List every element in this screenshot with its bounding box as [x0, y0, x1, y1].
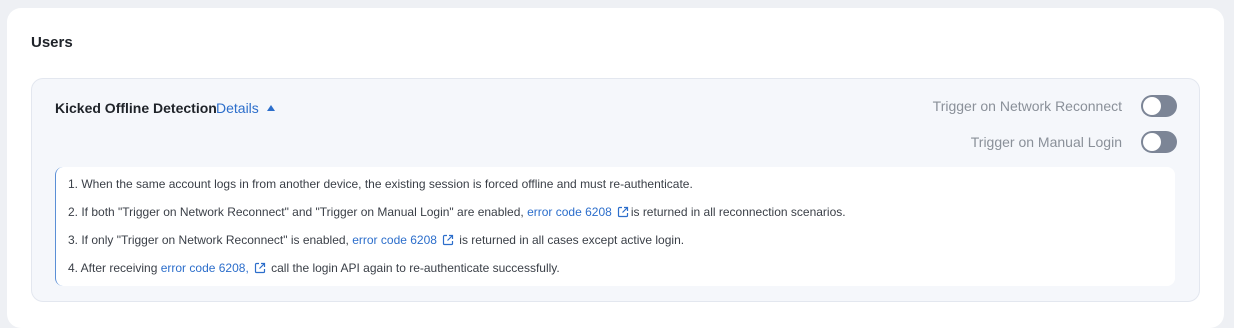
note-text: 3. If only "Trigger on Network Reconnect… — [68, 233, 353, 247]
note-text-end: call the login API again to re-authentic… — [267, 261, 560, 275]
users-card: Users Kicked Offline Detection Details T… — [7, 8, 1224, 328]
manual-login-row: Trigger on Manual Login — [971, 131, 1177, 153]
external-link-icon[interactable] — [442, 234, 454, 246]
toggle-knob — [1143, 133, 1161, 151]
feature-title: Kicked Offline Detection — [55, 100, 217, 116]
details-toggle-link[interactable]: Details — [216, 99, 275, 117]
error-code-link[interactable]: error code 6208 — [352, 233, 437, 247]
note-item-3: 3. If only "Trigger on Network Reconnect… — [68, 232, 1175, 260]
manual-login-label: Trigger on Manual Login — [970, 134, 1122, 150]
network-reconnect-label: Trigger on Network Reconnect — [932, 98, 1122, 114]
external-link-icon[interactable] — [254, 262, 266, 274]
kicked-offline-detection-panel: Kicked Offline Detection Details Trigger… — [31, 78, 1200, 302]
error-code-link[interactable]: error code 6208, — [161, 261, 249, 275]
note-item-4: 4. After receiving error code 6208, call… — [68, 260, 1175, 288]
toggle-knob — [1143, 97, 1161, 115]
details-info-box: 1. When the same account logs in from an… — [55, 167, 1175, 286]
network-reconnect-row: Trigger on Network Reconnect — [933, 95, 1177, 117]
manual-login-toggle[interactable] — [1141, 131, 1177, 153]
details-label: Details — [216, 100, 259, 116]
note-text: 1. When the same account logs in from an… — [68, 177, 693, 191]
note-text-end: is returned in all reconnection scenario… — [630, 205, 846, 219]
section-title: Users — [31, 34, 73, 51]
note-text: 2. If both "Trigger on Network Reconnect… — [68, 205, 528, 219]
error-code-link[interactable]: error code 6208 — [527, 205, 612, 219]
note-item-1: 1. When the same account logs in from an… — [68, 176, 1175, 204]
note-text: 4. After receiving — [68, 261, 161, 275]
network-reconnect-toggle[interactable] — [1141, 95, 1177, 117]
note-item-2: 2. If both "Trigger on Network Reconnect… — [68, 204, 1175, 232]
note-text-end: is returned in all cases except active l… — [455, 233, 685, 247]
caret-up-icon — [266, 105, 275, 111]
external-link-icon[interactable] — [617, 206, 629, 218]
